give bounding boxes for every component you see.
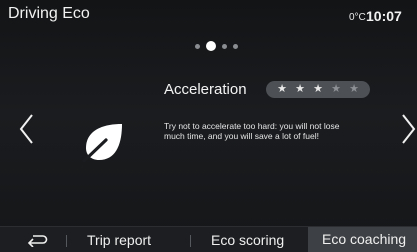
page-dot [195, 43, 200, 49]
metric-title: Acceleration [164, 81, 247, 98]
coaching-advice: Try not to accelerate too hard: you will… [164, 121, 340, 141]
page-title: Driving Eco [8, 5, 90, 22]
previous-page-button[interactable] [18, 113, 36, 145]
top-bar: Driving Eco 0°C 10:07 [0, 0, 417, 30]
next-page-button[interactable] [399, 113, 417, 145]
star-icon: ★ [277, 83, 287, 95]
leaf-icon [82, 124, 122, 162]
temperature-readout: 0°C [349, 12, 366, 23]
bottom-tab-bar: Trip report Eco scoring Eco coaching [0, 226, 417, 252]
page-dot [222, 43, 227, 49]
clock: 10:07 [366, 8, 402, 24]
back-button[interactable] [22, 230, 52, 250]
page-dot-active [206, 41, 216, 51]
tab-trip-report[interactable]: Trip report [87, 230, 151, 250]
eco-driving-screen: Driving Eco 0°C 10:07 Acceleration ★ ★ ★… [0, 0, 417, 252]
back-icon [27, 235, 48, 247]
chevron-right-icon [402, 114, 416, 144]
tab-eco-coaching[interactable]: Eco coaching [308, 227, 417, 252]
star-icon: ★ [313, 83, 323, 95]
star-icon: ★ [295, 83, 305, 95]
tab-divider [66, 235, 67, 247]
star-icon: ★ [331, 83, 341, 95]
star-icon: ★ [349, 83, 359, 95]
page-dot [233, 43, 238, 49]
page-indicator [195, 40, 238, 52]
tab-eco-scoring[interactable]: Eco scoring [211, 230, 284, 250]
chevron-left-icon [19, 114, 33, 144]
tab-divider [190, 235, 191, 247]
star-rating: ★ ★ ★ ★ ★ [266, 81, 370, 98]
